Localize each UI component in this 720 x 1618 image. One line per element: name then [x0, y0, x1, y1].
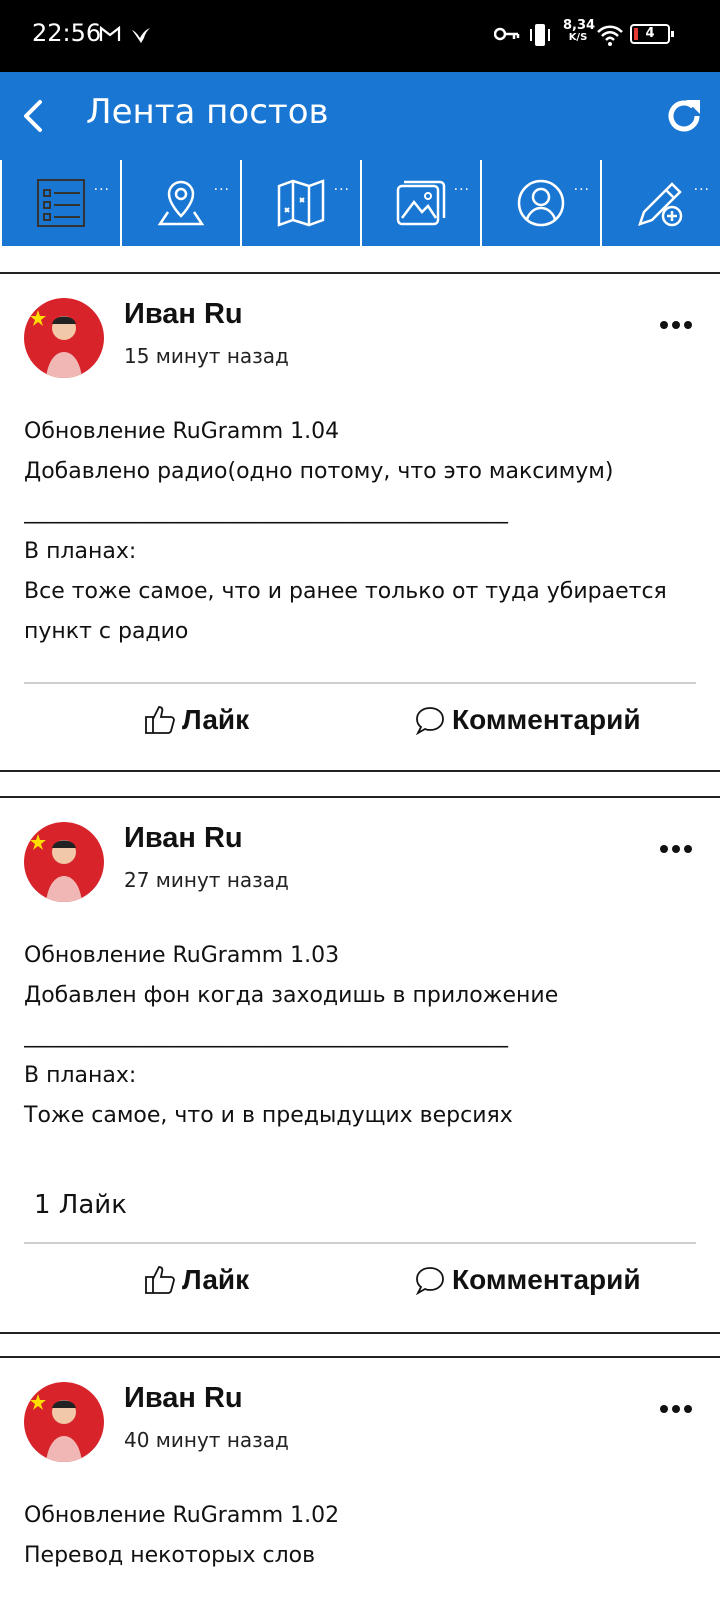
avatar[interactable]: [24, 298, 104, 378]
tile-dots: ...: [573, 178, 590, 194]
wifi-icon: [597, 25, 623, 46]
comment-bubble-icon: [415, 707, 444, 735]
list-icon: [37, 179, 85, 227]
divider: [24, 682, 696, 684]
nav-tile-gallery[interactable]: ...: [362, 160, 480, 246]
avatar[interactable]: [24, 1382, 104, 1462]
page-title: Лента постов: [86, 92, 329, 132]
post-text: Обновление RuGramm 1.03 Добавлен фон ког…: [24, 943, 559, 1128]
comment-bubble-icon: [415, 1267, 444, 1295]
map-icon: [277, 179, 325, 227]
nav-tile-edit[interactable]: ...: [602, 160, 720, 246]
more-options-icon[interactable]: [660, 838, 696, 853]
post-text: Обновление RuGramm 1.04 Добавлено радио(…: [24, 419, 667, 644]
vibrate-icon: [530, 24, 550, 46]
nav-tile-profile[interactable]: ...: [482, 160, 600, 246]
location-pin-icon: [157, 180, 205, 226]
post-time: 40 минут назад: [124, 1428, 289, 1452]
edit-pen-icon: [638, 182, 683, 227]
post-time: 15 минут назад: [124, 344, 289, 368]
thumbs-up-icon: [145, 1266, 175, 1294]
more-options-icon[interactable]: [660, 314, 696, 329]
network-speed: 8,34 K/S: [563, 18, 596, 43]
post-author[interactable]: Иван Ru: [124, 1382, 243, 1415]
nav-tile-location[interactable]: ...: [122, 160, 240, 246]
bird-icon: [132, 28, 150, 43]
status-time: 22:56: [32, 19, 102, 47]
more-options-icon[interactable]: [660, 1398, 696, 1413]
post-author[interactable]: Иван Ru: [124, 298, 243, 331]
post-card: Иван Ru 40 минут назад Обновление RuGram…: [0, 1356, 720, 1618]
status-bar: 22:56 8,34 K/S 4: [0, 0, 720, 72]
like-count[interactable]: 1 Лайк: [34, 1190, 127, 1220]
avatar[interactable]: [24, 822, 104, 902]
gmail-icon: [99, 26, 121, 41]
tile-dots: ...: [333, 178, 350, 194]
comment-button[interactable]: Комментарий: [414, 1264, 641, 1296]
post-card: Иван Ru 27 минут назад Обновление RuGram…: [0, 796, 720, 1334]
tile-dots: ...: [453, 178, 470, 194]
tile-dots: ...: [213, 178, 230, 194]
tile-dots: ...: [93, 178, 110, 194]
post-card: Иван Ru 15 минут назад Обновление RuGram…: [0, 272, 720, 772]
back-arrow-icon[interactable]: [12, 92, 60, 140]
thumbs-up-icon: [145, 706, 175, 734]
gallery-icon: [396, 180, 446, 226]
post-text: Обновление RuGramm 1.02 Перевод некоторы…: [24, 1503, 340, 1568]
tile-dots: ...: [693, 178, 710, 194]
nav-tile-map[interactable]: ...: [242, 160, 360, 246]
section-nav: ... ... ... ... ... ...: [0, 160, 720, 248]
profile-icon: [517, 179, 565, 227]
divider: [24, 1242, 696, 1244]
app-header: Лента постов: [0, 72, 720, 160]
post-author[interactable]: Иван Ru: [124, 822, 243, 855]
like-button[interactable]: Лайк: [144, 704, 249, 736]
comment-button[interactable]: Комментарий: [414, 704, 641, 736]
battery-icon: 4: [630, 24, 674, 44]
key-icon: [494, 27, 520, 41]
like-button[interactable]: Лайк: [144, 1264, 249, 1296]
nav-tile-list[interactable]: ...: [2, 160, 120, 246]
refresh-icon[interactable]: [662, 94, 706, 138]
post-time: 27 минут назад: [124, 868, 289, 892]
